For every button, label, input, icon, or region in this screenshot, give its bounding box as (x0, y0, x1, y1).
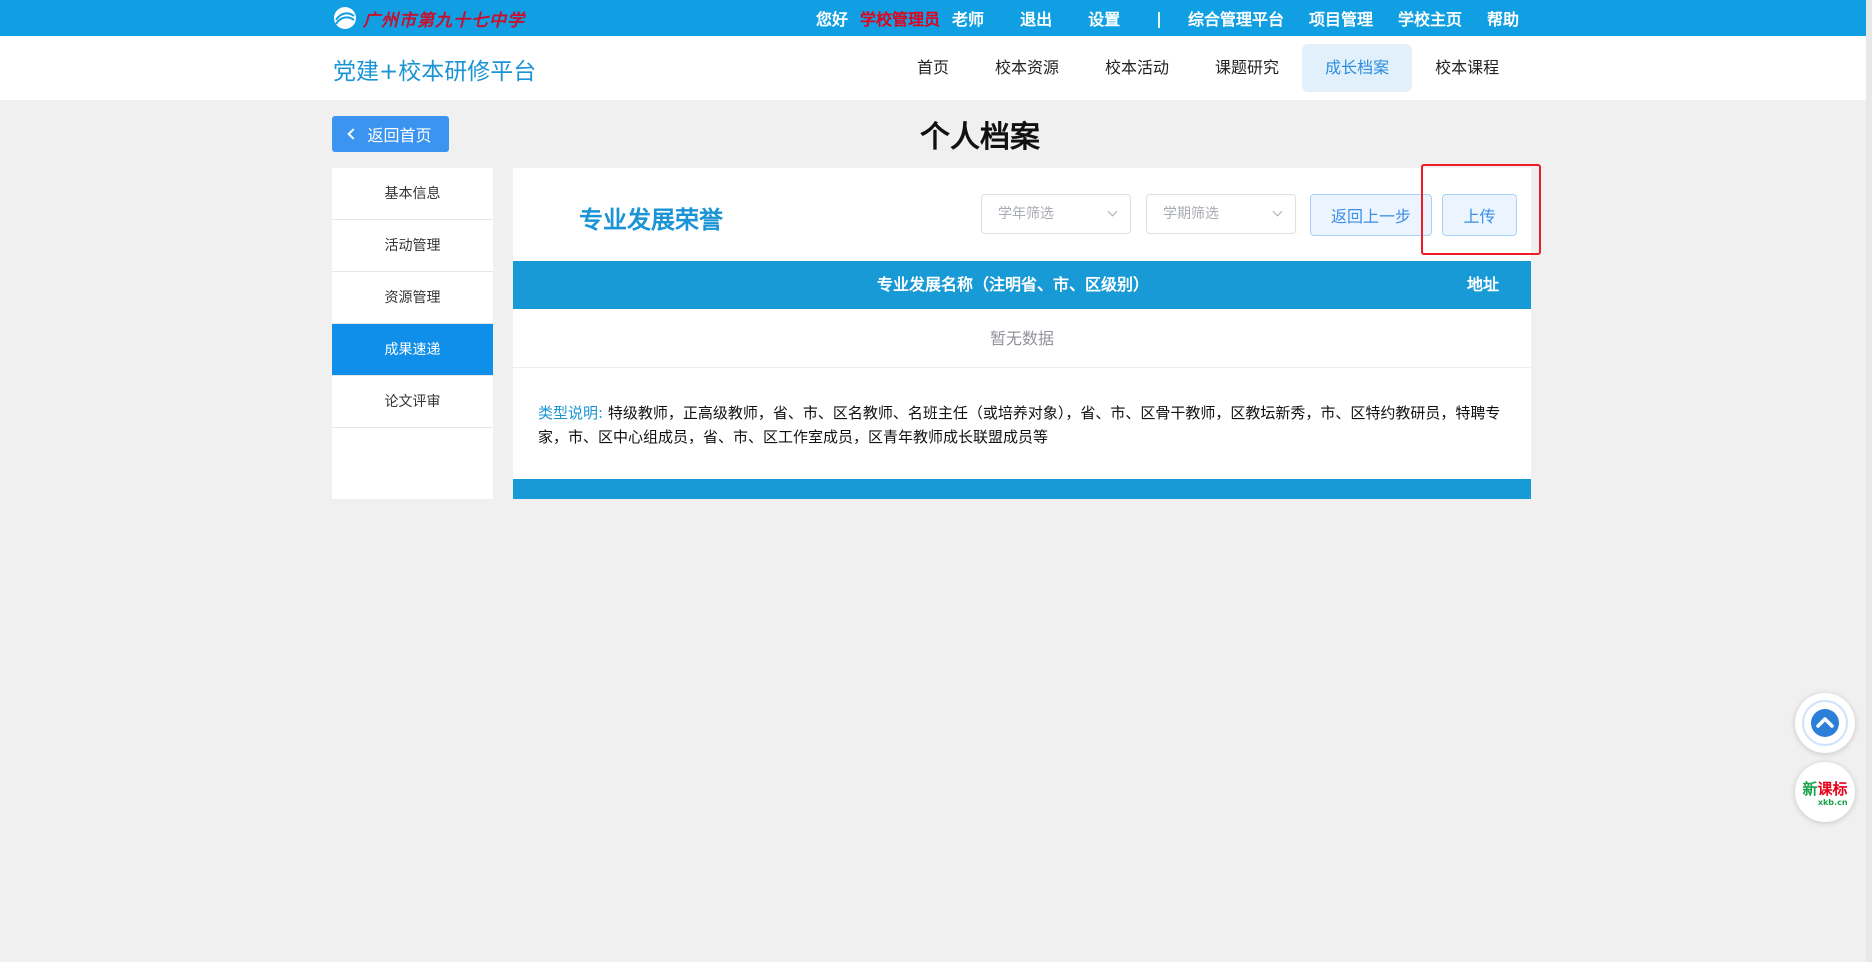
table-empty-state: 暂无数据 (513, 309, 1531, 368)
term-filter-placeholder: 学期筛选 (1163, 206, 1219, 222)
school-homepage-link[interactable]: 学校主页 (1398, 6, 1462, 30)
sidebar-item-activity-management[interactable]: 活动管理 (332, 220, 493, 272)
nav-research-topics[interactable]: 课题研究 (1192, 44, 1302, 92)
school-logo-text: 广州市第九十七中学 (363, 10, 525, 31)
sidebar-item-achievements[interactable]: 成果速递 (332, 324, 493, 376)
xkb-logo-site: xkb.cn (1817, 797, 1848, 807)
back-to-top-ring (1802, 700, 1848, 746)
type-description-text: 特级教师，正高级教师，省、市、区名教师、名班主任（或培养对象），省、市、区骨干教… (538, 404, 1501, 446)
main-nav: 首页 校本资源 校本活动 课题研究 成长档案 校本课程 (894, 44, 1522, 92)
column-header-name: 专业发展名称（注明省、市、区级别） (876, 275, 1149, 294)
content-panel: 专业发展荣誉 学年筛选 学期筛选 返回上一步 上传 专业发展名称（注明省、市、区… (513, 168, 1531, 499)
nav-school-resources[interactable]: 校本资源 (972, 44, 1082, 92)
chevron-left-icon (347, 128, 360, 140)
nav-home[interactable]: 首页 (894, 44, 972, 92)
admin-platform-link[interactable]: 综合管理平台 (1188, 6, 1284, 30)
nav-separator: | (1156, 8, 1162, 28)
sidebar-item-basic-info[interactable]: 基本信息 (332, 168, 493, 220)
year-filter-placeholder: 学年筛选 (998, 206, 1054, 222)
xkb-logo-button[interactable]: 新课标 xkb.cn (1795, 762, 1855, 822)
nav-growth-archive[interactable]: 成长档案 (1302, 44, 1413, 92)
sidebar-item-resource-management[interactable]: 资源管理 (332, 272, 493, 324)
settings-link[interactable]: 设置 (1088, 6, 1120, 30)
sidebar-item-paper-review[interactable]: 论文评审 (332, 376, 493, 428)
back-to-top-button[interactable] (1795, 693, 1855, 753)
chevron-up-icon (1811, 709, 1839, 737)
xkb-logo-icon: 新课标 xkb.cn (1802, 778, 1847, 807)
back-step-button[interactable]: 返回上一步 (1310, 194, 1432, 236)
project-management-link[interactable]: 项目管理 (1309, 6, 1373, 30)
school-logo[interactable]: 广州市第九十七中学 (333, 5, 525, 31)
top-nav: 您好 学校管理员 老师 退出 设置 | 综合管理平台 项目管理 学校主页 帮助 (816, 0, 1519, 36)
nav-school-activities[interactable]: 校本活动 (1082, 44, 1192, 92)
section-title: 专业发展荣誉 (579, 206, 723, 234)
xkb-logo-text-green: 新 (1802, 779, 1818, 798)
back-home-label: 返回首页 (367, 126, 432, 145)
table-header: 专业发展名称（注明省、市、区级别） 地址 (513, 261, 1531, 309)
user-role: 学校管理员 (860, 10, 941, 29)
platform-brand[interactable]: 党建+校本研修平台 (333, 52, 536, 86)
site-header: 党建+校本研修平台 首页 校本资源 校本活动 课题研究 成长档案 校本课程 (0, 36, 1866, 100)
help-link[interactable]: 帮助 (1487, 6, 1519, 30)
year-filter-select[interactable]: 学年筛选 (981, 194, 1131, 234)
column-header-address: 地址 (1466, 275, 1499, 294)
xkb-logo-text-red: 课标 (1817, 779, 1848, 798)
page-scrollbar[interactable] (1866, 0, 1872, 962)
nav-school-courses[interactable]: 校本课程 (1412, 44, 1522, 92)
table-footer-band (513, 479, 1531, 499)
chevron-down-icon (1272, 206, 1283, 217)
type-description-label: 类型说明: (538, 404, 604, 422)
term-filter-select[interactable]: 学期筛选 (1146, 194, 1296, 234)
school-emblem-icon (334, 7, 356, 29)
greeting-text: 您好 (816, 10, 849, 29)
logout-link[interactable]: 退出 (1020, 6, 1052, 30)
back-home-button[interactable]: 返回首页 (332, 116, 449, 152)
upload-button[interactable]: 上传 (1442, 194, 1517, 236)
chevron-down-icon (1107, 206, 1118, 217)
sidebar: 基本信息 活动管理 资源管理 成果速递 论文评审 (332, 168, 493, 499)
teacher-label: 老师 (952, 10, 985, 29)
type-description: 类型说明: 特级教师，正高级教师，省、市、区名教师、名班主任（或培养对象），省、… (538, 401, 1506, 449)
page-title: 个人档案 (920, 120, 1040, 155)
top-bar: 广州市第九十七中学 您好 学校管理员 老师 退出 设置 | 综合管理平台 项目管… (0, 0, 1866, 36)
